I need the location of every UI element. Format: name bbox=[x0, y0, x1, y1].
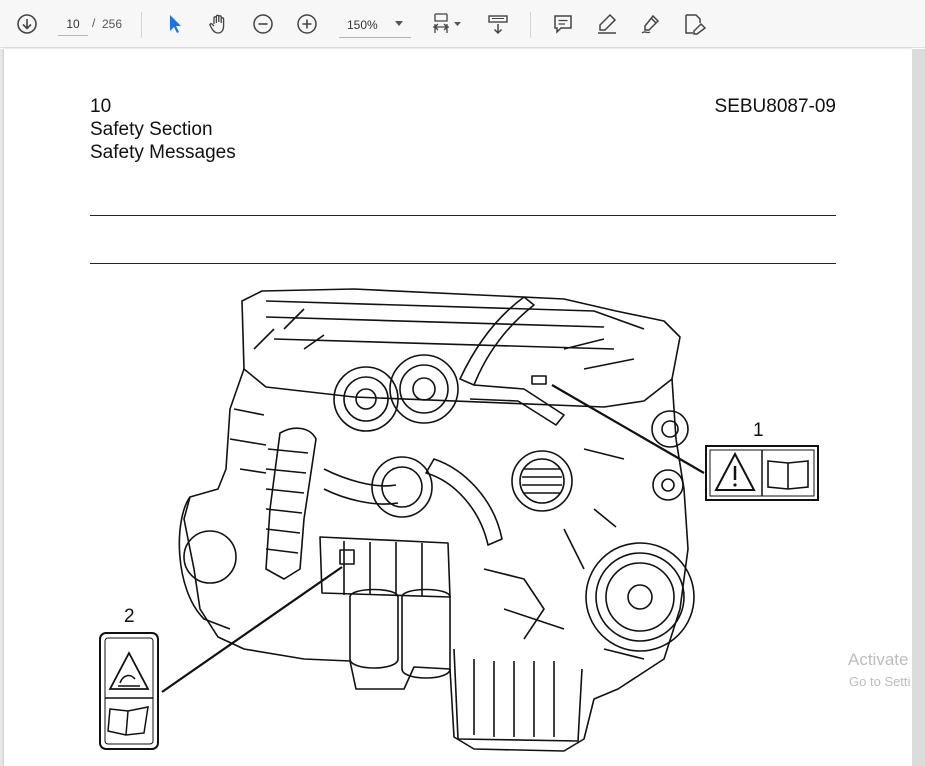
comment-icon[interactable] bbox=[547, 8, 579, 40]
chevron-down-icon bbox=[395, 21, 403, 26]
activation-watermark-subtitle: Go to Setti bbox=[849, 674, 911, 689]
vertical-scrollbar[interactable] bbox=[912, 49, 925, 766]
document-viewer: 10 Safety Section Safety Messages SEBU80… bbox=[0, 49, 925, 766]
warning-label-2 bbox=[99, 632, 159, 750]
zoom-select[interactable]: 150% bbox=[339, 12, 411, 38]
toolbar-divider bbox=[141, 12, 142, 38]
pdf-page: 10 Safety Section Safety Messages SEBU80… bbox=[4, 49, 912, 766]
pdf-toolbar: / 256 150% bbox=[0, 0, 925, 48]
download-icon[interactable] bbox=[11, 8, 43, 40]
engine-illustration: 1 2 bbox=[99, 288, 819, 752]
zoom-in-icon[interactable] bbox=[291, 8, 323, 40]
activation-watermark-title: Activate bbox=[848, 650, 909, 669]
select-cursor-icon[interactable] bbox=[159, 8, 191, 40]
fit-page-icon[interactable] bbox=[428, 8, 468, 40]
rotate-icon[interactable] bbox=[482, 8, 514, 40]
callout-label-1: 1 bbox=[753, 420, 764, 441]
highlight-icon[interactable] bbox=[591, 8, 623, 40]
edit-text-icon[interactable] bbox=[679, 8, 711, 40]
hand-icon[interactable] bbox=[203, 8, 235, 40]
draw-icon[interactable] bbox=[635, 8, 667, 40]
toolbar-divider bbox=[530, 12, 531, 38]
warning-label-1 bbox=[705, 445, 819, 501]
page-total: 256 bbox=[102, 17, 123, 31]
page-separator: / bbox=[92, 16, 96, 30]
zoom-out-icon[interactable] bbox=[247, 8, 279, 40]
zoom-value: 150% bbox=[347, 17, 378, 32]
callout-label-2: 2 bbox=[124, 606, 135, 627]
page-number-input[interactable] bbox=[58, 12, 88, 36]
